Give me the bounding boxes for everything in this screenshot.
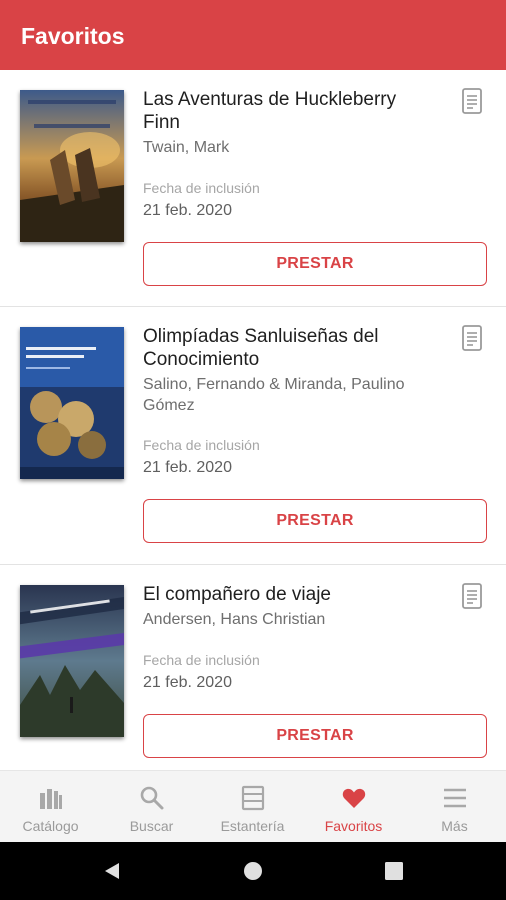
bookshelf-icon (241, 785, 265, 811)
nav-item-buscar[interactable]: Buscar (101, 771, 202, 843)
nav-item-estanteria[interactable]: Estantería (202, 771, 303, 843)
nav-item-catalogo[interactable]: Catálogo (0, 771, 101, 843)
search-icon (140, 786, 164, 810)
bottom-navigation: Catálogo Buscar Estantería Favoritos Más (0, 770, 506, 842)
borrow-button[interactable]: PRESTAR (143, 242, 487, 286)
date-label: Fecha de inclusión (143, 652, 260, 668)
book-title[interactable]: Las Aventuras de Huckleberry Finn (143, 88, 433, 134)
app-bar: Favoritos (0, 0, 506, 70)
borrow-button[interactable]: PRESTAR (143, 714, 487, 758)
book-author: Twain, Mark (143, 139, 230, 156)
date-label: Fecha de inclusión (143, 437, 260, 453)
menu-icon (444, 788, 466, 808)
book-title[interactable]: Olimpíadas Sanluiseñas del Conocimiento (143, 325, 433, 371)
heart-icon (342, 788, 366, 808)
recents-icon[interactable] (384, 861, 404, 881)
date-label: Fecha de inclusión (143, 180, 260, 196)
app-screen: Favoritos Las Aventuras de Huckleberry F… (0, 0, 506, 900)
book-author: Salino, Fernando & Miranda, Paulino Góme… (143, 376, 405, 414)
date-value: 21 feb. 2020 (143, 459, 232, 476)
nav-label: Estantería (220, 818, 285, 834)
nav-label: Catálogo (22, 818, 79, 834)
document-icon[interactable] (461, 583, 483, 609)
library-icon (40, 789, 62, 809)
back-icon[interactable] (102, 861, 122, 881)
favorites-list[interactable]: Las Aventuras de Huckleberry Finn Twain,… (0, 70, 506, 770)
nav-item-favoritos[interactable]: Favoritos (303, 771, 404, 843)
system-navigation-bar (0, 842, 506, 900)
book-cover[interactable] (20, 327, 124, 479)
date-value: 21 feb. 2020 (143, 202, 232, 219)
book-cover[interactable] (20, 585, 124, 737)
date-value: 21 feb. 2020 (143, 674, 232, 691)
book-title[interactable]: El compañero de viaje (143, 583, 433, 606)
page-title: Favoritos (21, 23, 125, 49)
book-card[interactable]: Las Aventuras de Huckleberry Finn Twain,… (0, 70, 506, 306)
document-icon[interactable] (461, 88, 483, 114)
nav-label: Buscar (129, 818, 174, 834)
borrow-button[interactable]: PRESTAR (143, 499, 487, 543)
book-author: Andersen, Hans Christian (143, 611, 326, 628)
home-icon[interactable] (243, 861, 263, 881)
nav-label: Más (441, 818, 468, 834)
nav-label: Favoritos (324, 818, 383, 834)
document-icon[interactable] (461, 325, 483, 351)
nav-item-mas[interactable]: Más (404, 771, 505, 843)
book-cover[interactable] (20, 90, 124, 242)
book-card[interactable]: Olimpíadas Sanluiseñas del Conocimiento … (0, 307, 506, 564)
book-card[interactable]: El compañero de viaje Andersen, Hans Chr… (0, 565, 506, 770)
